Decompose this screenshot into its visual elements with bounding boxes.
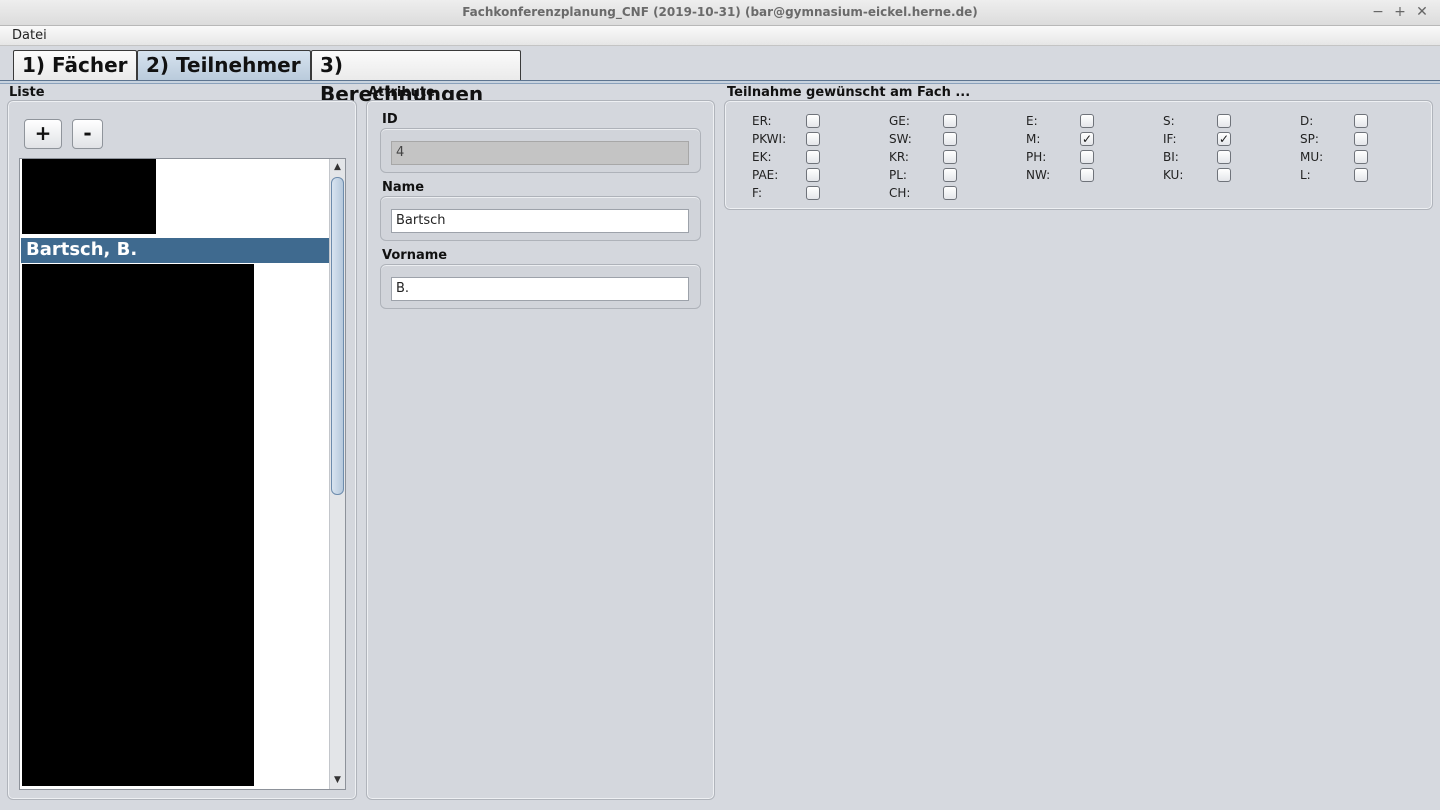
- checkbox-ku[interactable]: [1217, 168, 1231, 182]
- subject-label-d: D:: [1300, 114, 1314, 128]
- name-label: Name: [382, 180, 425, 195]
- subject-pkwi[interactable]: PKWI:: [752, 131, 862, 147]
- subject-sp[interactable]: SP:: [1300, 131, 1410, 147]
- subject-label-ku: KU:: [1163, 168, 1184, 182]
- participant-list[interactable]: Bartsch, B. ▲ ▼: [19, 158, 346, 790]
- subject-ek[interactable]: EK:: [752, 149, 862, 165]
- subject-ku[interactable]: KU:: [1163, 167, 1273, 183]
- scroll-up-icon[interactable]: ▲: [330, 160, 345, 174]
- subject-kr[interactable]: KR:: [889, 149, 999, 165]
- checkbox-ch[interactable]: [943, 186, 957, 200]
- id-label: ID: [382, 112, 398, 127]
- checkbox-pl[interactable]: [943, 168, 957, 182]
- maximize-icon[interactable]: +: [1391, 3, 1409, 21]
- subject-pae[interactable]: PAE:: [752, 167, 862, 183]
- subject-label-pkwi: PKWI:: [752, 132, 787, 146]
- add-button[interactable]: +: [24, 119, 62, 149]
- tab-separator: [0, 80, 1440, 84]
- minimize-icon[interactable]: −: [1369, 3, 1387, 21]
- scroll-down-icon[interactable]: ▼: [330, 773, 345, 787]
- subject-label-sw: SW:: [889, 132, 912, 146]
- checkbox-ph[interactable]: [1080, 150, 1094, 164]
- subject-label-pl: PL:: [889, 168, 907, 182]
- subject-label-ch: CH:: [889, 186, 911, 200]
- checkbox-sw[interactable]: [943, 132, 957, 146]
- checkbox-nw[interactable]: [1080, 168, 1094, 182]
- subject-f[interactable]: F:: [752, 185, 862, 201]
- tab-bar: 1) Fächer 2) Teilnehmer 3) Berechnungen: [0, 46, 1440, 106]
- checkbox-d[interactable]: [1354, 114, 1368, 128]
- subject-label-f: F:: [752, 186, 763, 200]
- list-item-selected[interactable]: Bartsch, B.: [21, 238, 329, 263]
- subject-label-kr: KR:: [889, 150, 909, 164]
- checkbox-f[interactable]: [806, 186, 820, 200]
- tab-berechnungen[interactable]: 3) Berechnungen: [311, 50, 521, 106]
- checkbox-pkwi[interactable]: [806, 132, 820, 146]
- menu-datei[interactable]: Datei: [6, 27, 53, 45]
- subject-label-e: E:: [1026, 114, 1038, 128]
- subject-label-m: M:: [1026, 132, 1041, 146]
- tab-teilnehmer[interactable]: 2) Teilnehmer: [137, 50, 311, 81]
- subject-er[interactable]: ER:: [752, 113, 862, 129]
- subject-label-if: IF:: [1163, 132, 1177, 146]
- redacted-block: [22, 159, 156, 234]
- subject-label-s: S:: [1163, 114, 1175, 128]
- subject-label-pae: PAE:: [752, 168, 779, 182]
- subject-label-er: ER:: [752, 114, 772, 128]
- subject-ch[interactable]: CH:: [889, 185, 999, 201]
- menu-bar: Datei: [0, 26, 1440, 46]
- subject-d[interactable]: D:: [1300, 113, 1410, 129]
- checkbox-ge[interactable]: [943, 114, 957, 128]
- vorname-field[interactable]: B.: [391, 277, 689, 301]
- checkbox-m[interactable]: ✓: [1080, 132, 1094, 146]
- checkbox-ek[interactable]: [806, 150, 820, 164]
- subjects-section-title: Teilnahme gewünscht am Fach ...: [727, 85, 971, 100]
- subject-label-ek: EK:: [752, 150, 772, 164]
- subject-if[interactable]: IF: ✓: [1163, 131, 1273, 147]
- scroll-thumb[interactable]: [331, 177, 344, 495]
- subject-label-mu: MU:: [1300, 150, 1324, 164]
- close-icon[interactable]: ✕: [1413, 3, 1431, 21]
- vorname-label: Vorname: [382, 248, 448, 263]
- window-title: Fachkonferenzplanung_CNF (2019-10-31) (b…: [462, 5, 978, 19]
- checkbox-if[interactable]: ✓: [1217, 132, 1231, 146]
- subject-bi[interactable]: BI:: [1163, 149, 1273, 165]
- subject-label-ge: GE:: [889, 114, 910, 128]
- remove-button[interactable]: -: [72, 119, 103, 149]
- checkmark-icon: ✓: [1081, 132, 1093, 146]
- subject-label-ph: PH:: [1026, 150, 1047, 164]
- subject-mu[interactable]: MU:: [1300, 149, 1410, 165]
- checkbox-s[interactable]: [1217, 114, 1231, 128]
- checkbox-sp[interactable]: [1354, 132, 1368, 146]
- subject-label-bi: BI:: [1163, 150, 1179, 164]
- list-scrollbar[interactable]: ▲ ▼: [329, 159, 345, 789]
- checkbox-kr[interactable]: [943, 150, 957, 164]
- subject-m[interactable]: M: ✓: [1026, 131, 1136, 147]
- title-bar: Fachkonferenzplanung_CNF (2019-10-31) (b…: [0, 0, 1440, 26]
- tab-faecher[interactable]: 1) Fächer: [13, 50, 137, 81]
- checkbox-er[interactable]: [806, 114, 820, 128]
- checkbox-l[interactable]: [1354, 168, 1368, 182]
- subject-s[interactable]: S:: [1163, 113, 1273, 129]
- subject-ph[interactable]: PH:: [1026, 149, 1136, 165]
- subject-e[interactable]: E:: [1026, 113, 1136, 129]
- list-section-title: Liste: [9, 85, 45, 100]
- id-field: 4: [391, 141, 689, 165]
- redacted-block: [22, 264, 254, 786]
- subject-ge[interactable]: GE:: [889, 113, 999, 129]
- attributes-section-title: Attribute: [368, 85, 435, 100]
- checkbox-mu[interactable]: [1354, 150, 1368, 164]
- subject-sw[interactable]: SW:: [889, 131, 999, 147]
- subject-nw[interactable]: NW:: [1026, 167, 1136, 183]
- checkmark-icon: ✓: [1218, 132, 1230, 146]
- checkbox-bi[interactable]: [1217, 150, 1231, 164]
- subject-label-nw: NW:: [1026, 168, 1051, 182]
- name-field[interactable]: Bartsch: [391, 209, 689, 233]
- subject-label-l: L:: [1300, 168, 1311, 182]
- subject-label-sp: SP:: [1300, 132, 1319, 146]
- checkbox-pae[interactable]: [806, 168, 820, 182]
- subject-pl[interactable]: PL:: [889, 167, 999, 183]
- checkbox-e[interactable]: [1080, 114, 1094, 128]
- subject-l[interactable]: L:: [1300, 167, 1410, 183]
